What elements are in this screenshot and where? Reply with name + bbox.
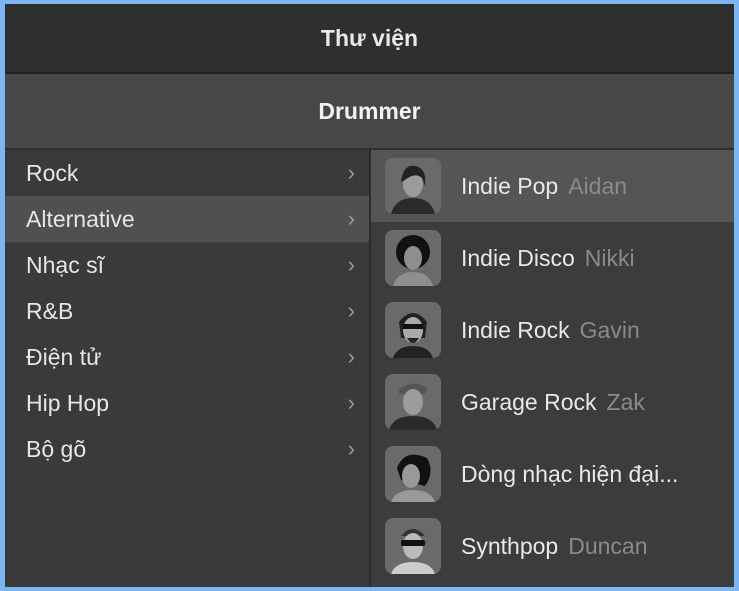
- chevron-right-icon: ›: [347, 390, 355, 415]
- drummer-style: Indie Disco: [461, 244, 575, 271]
- library-window: Thư viện Drummer Rock › Alternative › Nhạc…: [5, 4, 734, 587]
- category-label: Nhạc sĩ: [26, 251, 104, 278]
- drummer-header: Drummer: [5, 74, 734, 150]
- chevron-right-icon: ›: [347, 252, 355, 277]
- category-label: Điện tử: [26, 343, 102, 370]
- drummer-item[interactable]: Garage Rock Zak: [371, 366, 734, 438]
- chevron-right-icon: ›: [347, 160, 355, 185]
- category-list: Rock › Alternative › Nhạc sĩ › R&B › Điện tử…: [5, 150, 371, 587]
- drummer-name: Nikki: [584, 244, 635, 271]
- drummer-item[interactable]: Indie Pop Aidan: [371, 150, 734, 222]
- drummer-item[interactable]: Indie Disco Nikki: [371, 222, 734, 294]
- drummer-name: Gavin: [579, 316, 640, 343]
- category-label: R&B: [26, 297, 74, 324]
- drummer-avatar-icon: [385, 302, 441, 358]
- chevron-right-icon: ›: [347, 436, 355, 461]
- chevron-right-icon: ›: [347, 344, 355, 369]
- drummer-style: Synthpop: [461, 532, 559, 559]
- category-label: Alternative: [26, 205, 135, 232]
- drummer-avatar-icon: [385, 374, 441, 430]
- drummer-avatar-icon: [385, 518, 441, 574]
- drummer-name: Zak: [606, 388, 645, 415]
- chevron-right-icon: ›: [347, 298, 355, 323]
- drummer-style: Indie Rock: [461, 316, 570, 343]
- category-label: Rock: [26, 159, 79, 186]
- drummer-name: Aidan: [568, 172, 628, 199]
- chevron-right-icon: ›: [347, 206, 355, 231]
- drummer-avatar-icon: [385, 230, 441, 286]
- category-songwriter[interactable]: Nhạc sĩ ›: [5, 242, 369, 288]
- category-percussion[interactable]: Bộ gõ ›: [5, 426, 369, 472]
- drummer-avatar-icon: [385, 446, 441, 502]
- drummer-avatar-icon: [385, 158, 441, 214]
- drummer-list: Indie Pop Aidan Indie Disco Nikki Indie Ro…: [371, 150, 734, 587]
- category-label: Hip Hop: [26, 389, 110, 416]
- category-hiphop[interactable]: Hip Hop ›: [5, 380, 369, 426]
- category-electronic[interactable]: Điện tử ›: [5, 334, 369, 380]
- category-rnb[interactable]: R&B ›: [5, 288, 369, 334]
- drummer-item[interactable]: Indie Rock Gavin: [371, 294, 734, 366]
- library-title: Thư viện: [5, 4, 734, 74]
- drummer-style: Garage Rock: [461, 388, 597, 415]
- drummer-style: Indie Pop: [461, 172, 559, 199]
- drummer-style: Dòng nhạc hiện đại...: [461, 460, 679, 487]
- drummer-item[interactable]: Synthpop Duncan: [371, 510, 734, 582]
- category-label: Bộ gõ: [26, 435, 87, 462]
- drummer-name: Duncan: [568, 532, 648, 559]
- category-alternative[interactable]: Alternative ›: [5, 196, 369, 242]
- category-rock[interactable]: Rock ›: [5, 150, 369, 196]
- drummer-item[interactable]: Dòng nhạc hiện đại...: [371, 438, 734, 510]
